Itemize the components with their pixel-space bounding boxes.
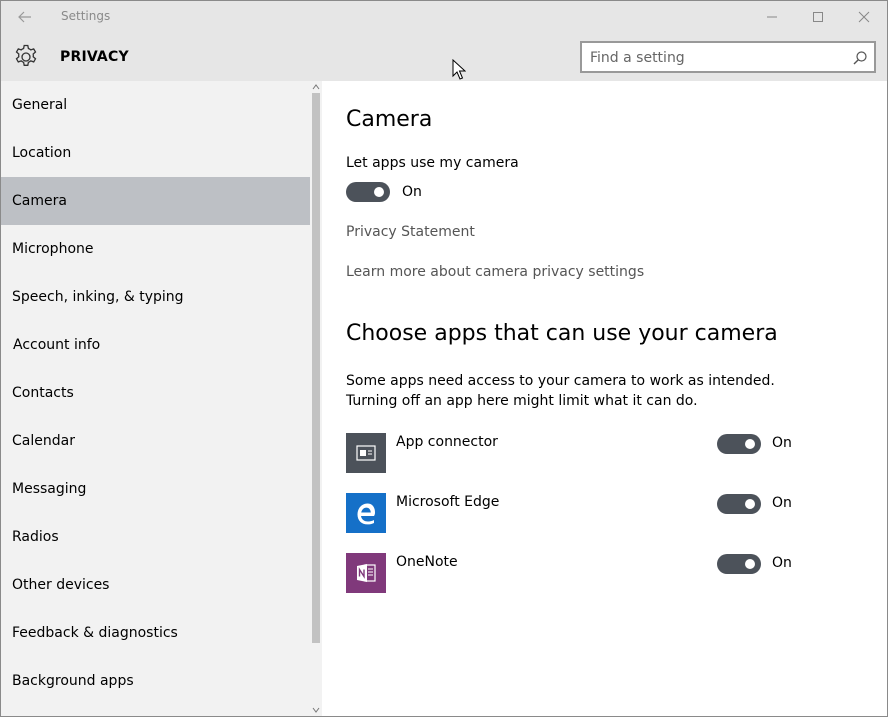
minimize-icon xyxy=(767,16,777,18)
sidebar-item-label: Microphone xyxy=(12,241,94,257)
app-toggle-state: On xyxy=(772,435,792,451)
toggle-knob xyxy=(745,559,755,569)
sidebar-item-location[interactable]: Location xyxy=(1,129,310,177)
app-header: PRIVACY xyxy=(1,33,887,81)
sidebar-item-label: Radios xyxy=(12,529,59,545)
master-toggle-state: On xyxy=(402,184,422,200)
close-button[interactable] xyxy=(841,1,887,33)
search-box[interactable] xyxy=(580,41,876,73)
app-row-app-connector: App connector On xyxy=(346,433,866,473)
maximize-icon xyxy=(813,12,823,22)
sidebar-item-other-devices[interactable]: Other devices xyxy=(1,561,310,609)
sidebar-item-label: Messaging xyxy=(12,481,87,497)
scroll-up-arrow-icon[interactable] xyxy=(312,83,320,91)
edge-icon xyxy=(346,493,386,533)
toggle-knob xyxy=(374,187,384,197)
main-content: Camera Let apps use my camera On Privacy… xyxy=(322,81,887,716)
sidebar-item-label: Speech, inking, & typing xyxy=(12,289,184,305)
description-line: Some apps need access to your camera to … xyxy=(346,373,775,389)
privacy-statement-link[interactable]: Privacy Statement xyxy=(346,224,475,240)
sidebar-item-radios[interactable]: Radios xyxy=(1,513,310,561)
sidebar-item-speech[interactable]: Speech, inking, & typing xyxy=(1,273,310,321)
sidebar-item-label: Calendar xyxy=(12,433,75,449)
sidebar-item-background-apps[interactable]: Background apps xyxy=(1,657,310,705)
app-connector-toggle[interactable] xyxy=(717,434,761,454)
page-title: PRIVACY xyxy=(60,49,129,65)
sidebar-item-general[interactable]: General xyxy=(1,81,310,129)
sidebar-item-label: Location xyxy=(12,145,72,161)
gear-icon xyxy=(15,44,37,66)
app-connector-icon xyxy=(346,433,386,473)
toggle-knob xyxy=(745,499,755,509)
description-line: Turning off an app here might limit what… xyxy=(346,393,698,409)
settings-window: Settings PRIVACY Find a setting General … xyxy=(0,0,888,717)
section-description: Some apps need access to your camera to … xyxy=(346,371,775,411)
app-name: OneNote xyxy=(396,554,458,570)
sidebar-item-microphone[interactable]: Microphone xyxy=(1,225,310,273)
sidebar: General Location Camera Microphone Speec… xyxy=(1,81,322,716)
sidebar-item-account-info[interactable]: Account info xyxy=(1,321,310,369)
content-title: Camera xyxy=(346,107,433,132)
maximize-button[interactable] xyxy=(795,1,841,33)
sidebar-item-feedback[interactable]: Feedback & diagnostics xyxy=(1,609,310,657)
app-name: App connector xyxy=(396,434,498,450)
close-icon xyxy=(858,11,870,23)
onenote-toggle[interactable] xyxy=(717,554,761,574)
sidebar-item-calendar[interactable]: Calendar xyxy=(1,417,310,465)
app-row-microsoft-edge: Microsoft Edge On xyxy=(346,493,866,533)
onenote-icon xyxy=(346,553,386,593)
sidebar-item-contacts[interactable]: Contacts xyxy=(1,369,310,417)
app-row-onenote: OneNote On xyxy=(346,553,866,593)
title-bar: Settings xyxy=(1,1,887,33)
sidebar-item-label: Account info xyxy=(13,337,101,353)
sidebar-item-label: Background apps xyxy=(12,673,134,689)
master-toggle-label: Let apps use my camera xyxy=(346,155,519,171)
sidebar-item-messaging[interactable]: Messaging xyxy=(1,465,310,513)
back-arrow-icon xyxy=(18,11,31,23)
sidebar-item-label: Camera xyxy=(12,193,67,209)
mouse-cursor-icon xyxy=(452,59,466,80)
sidebar-item-label: General xyxy=(12,97,68,113)
search-icon[interactable] xyxy=(852,50,868,66)
back-button[interactable] xyxy=(9,5,41,29)
microsoft-edge-toggle[interactable] xyxy=(717,494,761,514)
app-name: Microsoft Edge xyxy=(396,494,500,510)
sidebar-item-label: Contacts xyxy=(12,385,74,401)
sidebar-item-label: Other devices xyxy=(12,577,110,593)
app-toggle-state: On xyxy=(772,495,792,511)
scrollbar-thumb[interactable] xyxy=(312,93,320,643)
toggle-knob xyxy=(745,439,755,449)
minimize-button[interactable] xyxy=(749,1,795,33)
section-title: Choose apps that can use your camera xyxy=(346,321,778,346)
sidebar-item-camera[interactable]: Camera xyxy=(1,177,310,225)
app-toggle-state: On xyxy=(772,555,792,571)
master-camera-toggle[interactable] xyxy=(346,182,390,202)
sidebar-scrollbar[interactable] xyxy=(310,81,322,716)
search-input[interactable] xyxy=(590,48,840,68)
sidebar-item-label: Feedback & diagnostics xyxy=(12,625,178,641)
learn-more-link[interactable]: Learn more about camera privacy settings xyxy=(346,264,644,280)
scroll-down-arrow-icon[interactable] xyxy=(312,706,320,714)
window-title: Settings xyxy=(61,9,111,23)
